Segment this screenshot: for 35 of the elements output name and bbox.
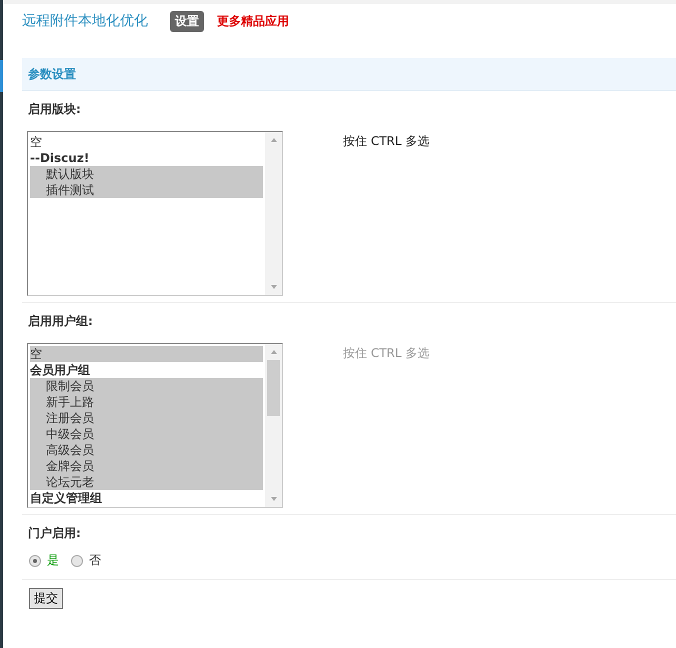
submit-button[interactable]: 提交 <box>29 588 63 609</box>
radio-label: 否 <box>89 552 101 569</box>
section-header: 参数设置 <box>22 58 676 91</box>
list-option[interactable]: 高级会员 <box>30 442 263 458</box>
setting-label: 启用用户组: <box>28 313 94 330</box>
list-option[interactable]: --Discuz! <box>30 150 263 166</box>
multi-select-list[interactable]: 空 --Discuz! 默认版块 插件测试 <box>27 131 283 296</box>
list-option[interactable]: 空 <box>30 134 263 150</box>
radio-button[interactable] <box>29 554 41 566</box>
list-option[interactable]: 论坛元老 <box>30 474 263 490</box>
nav-tab[interactable]: 更多精品应用 <box>212 10 294 32</box>
list-option[interactable]: 插件测试 <box>30 182 263 198</box>
list-option[interactable]: 注册会员 <box>30 410 263 426</box>
list-option[interactable]: 会员用户组 <box>30 362 263 378</box>
nav-tab[interactable]: 设置 <box>170 10 204 32</box>
list-option[interactable]: 空 <box>30 346 263 362</box>
list-option[interactable]: 新手上路 <box>30 394 263 410</box>
scrollbar-thumb[interactable] <box>267 360 280 416</box>
list-option[interactable]: 默认版块 <box>30 166 263 182</box>
hint-text: 按住 CTRL 多选 <box>343 345 430 362</box>
scroll-down-icon[interactable] <box>270 284 278 290</box>
setting-label: 启用版块: <box>28 101 82 118</box>
list-option[interactable]: 金牌会员 <box>30 458 263 474</box>
scroll-down-icon[interactable] <box>270 496 278 502</box>
scroll-up-icon[interactable] <box>270 349 278 355</box>
hint-text: 按住 CTRL 多选 <box>343 133 430 150</box>
multi-select-list[interactable]: 空 会员用户组 限制会员 新手上路 注册会员 中级会员 高级会员 金牌会员 论坛元老 自定义管理组 <box>27 343 283 508</box>
setting-label: 门户启用: <box>28 525 82 542</box>
scroll-up-icon[interactable] <box>270 137 278 143</box>
plugin-title: 远程附件本地化优化 <box>22 12 148 30</box>
list-option[interactable]: 限制会员 <box>30 378 263 394</box>
radio-button[interactable] <box>71 554 83 566</box>
list-option[interactable]: 中级会员 <box>30 426 263 442</box>
list-option[interactable]: 自定义管理组 <box>30 490 263 506</box>
radio-label: 是 <box>47 552 59 569</box>
